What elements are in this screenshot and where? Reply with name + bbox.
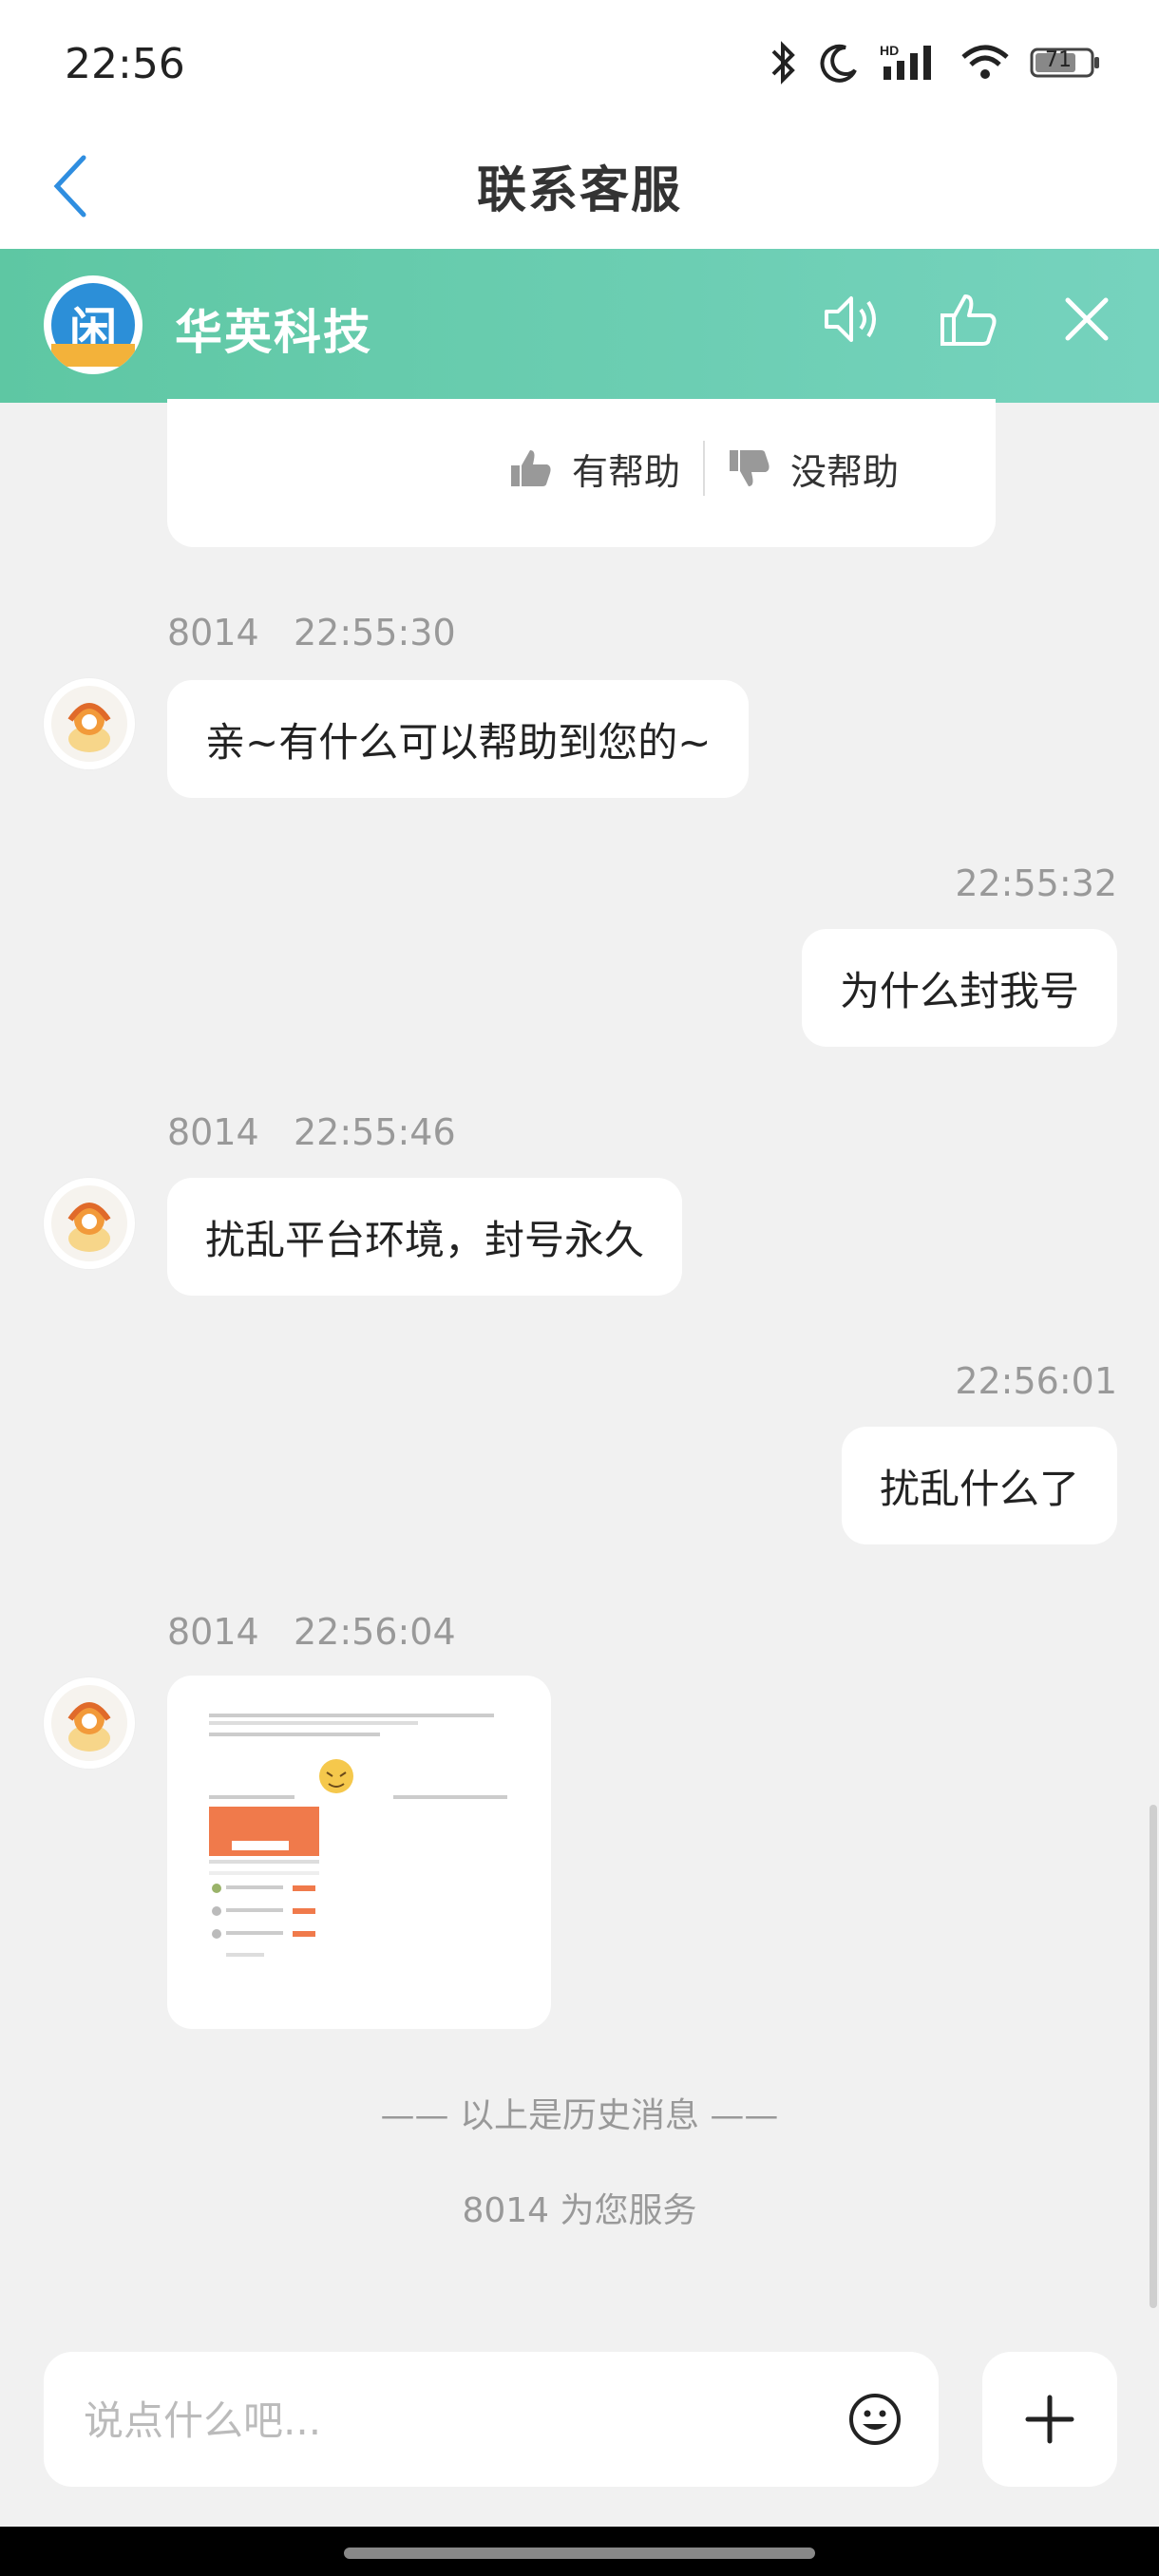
shop-logo: 闲	[44, 275, 142, 374]
unhelpful-button[interactable]: 没帮助	[728, 443, 899, 495]
message-text: 为什么封我号	[839, 967, 1079, 1014]
agent-avatar-icon	[51, 1685, 127, 1761]
moon-icon	[819, 42, 861, 84]
message-time: 22:56:04	[293, 1611, 456, 1653]
message-text: 扰乱平台环境，封号永久	[205, 1216, 645, 1263]
thumbs-up-icon	[511, 450, 551, 486]
message-meta: 8014 22:55:46	[167, 1111, 456, 1153]
wifi-icon	[960, 42, 1011, 84]
plus-icon	[1025, 2395, 1074, 2444]
scrollbar[interactable]	[1150, 1805, 1157, 2308]
svg-text:HD: HD	[880, 43, 899, 58]
signal-icon: HD	[880, 42, 940, 84]
screenshot-thumbnail[interactable]	[203, 1708, 517, 1993]
status-time: 22:56	[65, 40, 185, 88]
agent-message-bubble[interactable]: 扰乱平台环境，封号永久	[167, 1178, 683, 1296]
like-button[interactable]	[939, 289, 999, 353]
message-text: 亲~有什么可以帮助到您的~	[205, 718, 712, 766]
thumbs-up-icon	[940, 294, 997, 346]
sender-id: 8014	[167, 1111, 259, 1153]
agent-avatar-icon	[51, 686, 127, 762]
message-time: 22:55:30	[293, 612, 456, 653]
faq-card: 有帮助 没帮助	[167, 399, 996, 547]
status-bar: 22:56 HD 71	[0, 0, 1159, 123]
serving-agent-note: 8014 为您服务	[462, 2191, 697, 2230]
user-message-bubble[interactable]: 为什么封我号	[801, 929, 1117, 1047]
home-indicator[interactable]	[344, 2548, 815, 2559]
close-button[interactable]	[1056, 289, 1117, 353]
emoji-button[interactable]	[847, 2392, 902, 2451]
image-message-bubble[interactable]	[167, 1676, 551, 2029]
speaker-icon	[825, 296, 876, 342]
shop-banner[interactable]: 闲 华英科技	[0, 249, 1159, 403]
message-input[interactable]	[82, 2384, 826, 2456]
thumbs-down-icon	[730, 450, 770, 486]
sender-id: 8014	[167, 1611, 259, 1653]
emoji-icon	[849, 2394, 901, 2445]
shop-name: 华英科技	[175, 305, 372, 360]
nav-bar: 联系客服	[0, 123, 1159, 249]
agent-avatar[interactable]	[44, 1178, 135, 1269]
agent-message-bubble[interactable]: 亲~有什么可以帮助到您的~	[167, 680, 750, 798]
page-title: 联系客服	[476, 162, 682, 219]
speaker-button[interactable]	[821, 289, 882, 353]
helpful-button[interactable]: 有帮助	[509, 443, 680, 495]
helpful-label: 有帮助	[572, 450, 681, 493]
message-time: 22:55:32	[955, 862, 1117, 904]
close-icon	[1065, 297, 1109, 341]
bluetooth-icon	[766, 40, 800, 85]
agent-avatar-icon	[51, 1185, 127, 1261]
user-message-bubble[interactable]: 扰乱什么了	[841, 1427, 1117, 1544]
message-text: 扰乱什么了	[879, 1465, 1079, 1512]
attach-button[interactable]	[982, 2352, 1117, 2487]
unhelpful-label: 没帮助	[790, 450, 900, 493]
message-time: 22:55:46	[293, 1111, 456, 1153]
message-meta: 8014 22:56:04	[167, 1611, 456, 1653]
system-home-bar	[0, 2527, 1159, 2576]
message-meta: 8014 22:55:30	[167, 612, 456, 653]
agent-avatar[interactable]	[44, 1677, 135, 1769]
message-composer	[44, 2352, 939, 2487]
sender-id: 8014	[167, 612, 259, 653]
image-thumbnail-icon	[203, 1708, 517, 1993]
battery-icon: 71	[1030, 46, 1102, 80]
history-divider: —— 以上是历史消息 ——	[380, 2096, 779, 2135]
message-time: 22:56:01	[955, 1360, 1117, 1402]
battery-level: 71	[1045, 48, 1072, 72]
agent-avatar[interactable]	[44, 678, 135, 769]
